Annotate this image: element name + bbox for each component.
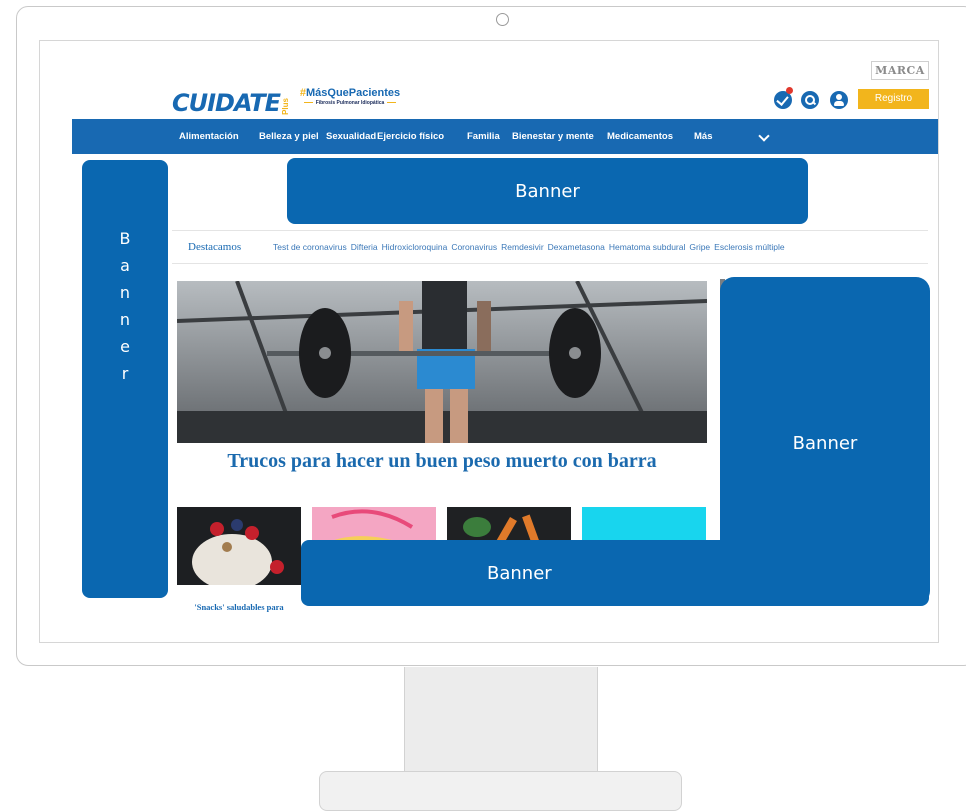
topic-link[interactable]: Esclerosis múltiple [714,231,784,264]
bottom-banner[interactable]: Banner [301,540,929,606]
campaign-hashtag: #MásQuePacientes [299,87,401,99]
main-nav: Alimentación Belleza y piel Sexualidad E… [72,119,938,154]
featured-topic-list: Test de coronavirus Difteria Hidroxiclor… [273,231,785,264]
topic-link[interactable]: Hematoma subdural [609,231,686,264]
left-banner-label: Banner [115,229,135,391]
logo-wordmark: CUIDATE [172,89,281,117]
nav-item-ejercicio[interactable]: Ejercicio físico [377,119,444,154]
partner-logo[interactable]: MARCA [871,61,929,80]
topic-link[interactable]: Test de coronavirus [273,231,347,264]
nav-item-mas[interactable]: Más [694,119,712,154]
topic-link[interactable]: Dexametasona [548,231,605,264]
top-banner-label: Banner [515,180,580,202]
webcam-icon [496,13,509,26]
left-banner[interactable]: Banner [82,160,168,598]
top-banner[interactable]: Banner [287,158,808,224]
campaign-subtitle: Fibrosis Pulmonar Idiopática [280,100,420,106]
article-thumb[interactable] [177,507,301,585]
featured-topics-bar: Destacamos Test de coronavirus Difteria … [172,230,928,264]
right-banner-label: Banner [792,432,858,454]
nav-item-familia[interactable]: Familia [467,119,500,154]
site-logo[interactable]: CUIDATE Plus [172,83,290,117]
nav-item-alimentacion[interactable]: Alimentación [179,119,239,154]
hero-title[interactable]: Trucos para hacer un buen peso muerto co… [177,450,707,473]
campaign-badge[interactable]: #MásQuePacientes Fibrosis Pulmonar Idiop… [280,87,420,106]
nav-item-belleza[interactable]: Belleza y piel [259,119,319,154]
chevron-down-icon[interactable] [758,130,770,142]
thumb-caption[interactable]: 'Snacks' saludables para [177,602,301,612]
bottom-banner-label: Banner [487,562,552,584]
topic-link[interactable]: Gripe [689,231,710,264]
notification-dot [786,87,793,94]
nav-item-sexualidad[interactable]: Sexualidad [326,119,376,154]
register-button[interactable]: Registro [858,89,929,109]
monitor-stand-neck [404,667,598,771]
topic-link[interactable]: Remdesivir [501,231,544,264]
user-icon[interactable] [830,91,848,109]
topic-link[interactable]: Hidroxicloroquina [382,231,448,264]
nav-item-bienestar[interactable]: Bienestar y mente [512,119,594,154]
topic-link[interactable]: Coronavirus [451,231,497,264]
topic-link[interactable]: Difteria [351,231,378,264]
hero-image[interactable] [177,281,707,443]
search-icon[interactable] [801,91,819,109]
featured-title: Destacamos [188,241,242,253]
monitor-stand-base [319,771,682,811]
nav-item-medicamentos[interactable]: Medicamentos [607,119,673,154]
